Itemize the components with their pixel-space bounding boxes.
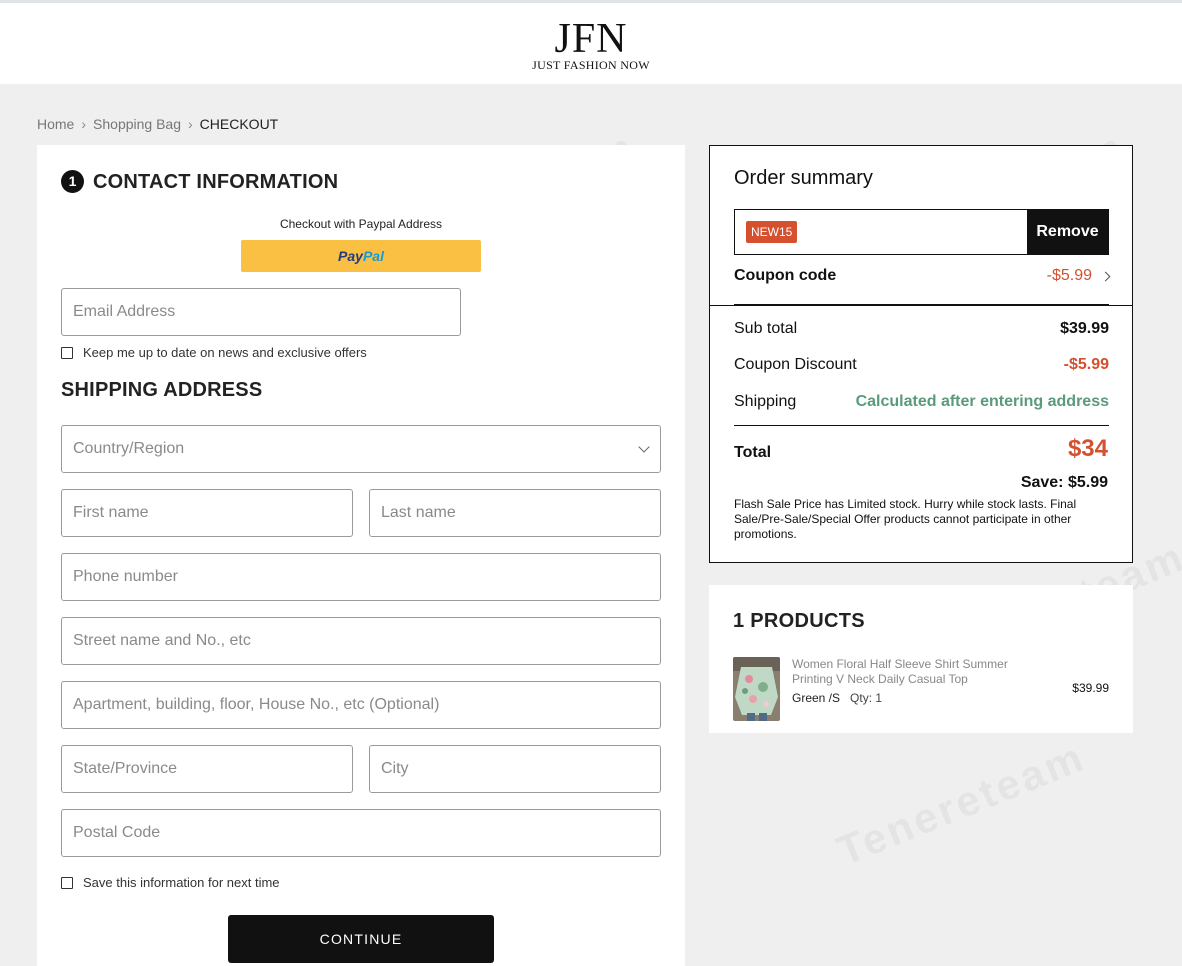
total-label: Total bbox=[734, 444, 772, 461]
country-select[interactable] bbox=[61, 425, 661, 473]
paypal-note: Checkout with Paypal Address bbox=[279, 217, 443, 231]
coupon-code-value: -$5.99 bbox=[1046, 267, 1111, 285]
street-field[interactable] bbox=[61, 617, 661, 665]
product-image[interactable] bbox=[733, 657, 780, 721]
first-name-field[interactable] bbox=[61, 489, 353, 537]
coupon-box: NEW15 Remove bbox=[734, 209, 1109, 255]
watermark: Tenereteam bbox=[831, 733, 1093, 876]
logo-sub: JUST FASHION NOW bbox=[532, 58, 650, 72]
state-field[interactable] bbox=[61, 745, 353, 793]
subtotal-label: Sub total bbox=[734, 320, 798, 337]
remove-coupon-button[interactable]: Remove bbox=[1027, 210, 1108, 254]
contact-information-title: CONTACT INFORMATION bbox=[93, 171, 339, 193]
subtotal-row: Sub total $39.99 bbox=[734, 320, 1109, 338]
save-info-label: Save this information for next time bbox=[83, 875, 280, 890]
apartment-input[interactable] bbox=[62, 682, 660, 728]
coupon-code-row[interactable]: Coupon code -$5.99 bbox=[734, 267, 1111, 285]
phone-field[interactable] bbox=[61, 553, 661, 601]
chevron-right-icon: › bbox=[188, 116, 193, 132]
coupon-tag: NEW15 bbox=[746, 221, 798, 243]
newsletter-option[interactable]: Keep me up to date on news and exclusive… bbox=[61, 345, 367, 360]
checkout-form-panel: 1 CONTACT INFORMATION Checkout with Payp… bbox=[37, 145, 685, 966]
email-field[interactable] bbox=[61, 288, 461, 336]
coupon-discount-row: Coupon Discount -$5.99 bbox=[734, 356, 1109, 374]
save-info-checkbox[interactable] bbox=[61, 876, 73, 889]
product-name[interactable]: Women Floral Half Sleeve Shirt Summer Pr… bbox=[792, 657, 1032, 687]
total-value: $34 bbox=[1067, 435, 1108, 462]
country-input[interactable] bbox=[62, 426, 660, 472]
apartment-field[interactable] bbox=[61, 681, 661, 729]
product-variant: Green /S bbox=[792, 691, 841, 705]
city-input[interactable] bbox=[370, 746, 660, 792]
coupon-discount-value: -$5.99 bbox=[1063, 356, 1109, 373]
save-info-option[interactable]: Save this information for next time bbox=[61, 875, 280, 890]
city-field[interactable] bbox=[369, 745, 661, 793]
street-input[interactable] bbox=[62, 618, 660, 664]
shipping-row: Shipping Calculated after entering addre… bbox=[734, 393, 1109, 411]
postal-code-input[interactable] bbox=[62, 810, 660, 856]
order-summary-panel: Order summary NEW15 Remove Coupon code -… bbox=[709, 145, 1133, 563]
coupon-discount-label: Coupon Discount bbox=[734, 356, 857, 373]
last-name-input[interactable] bbox=[370, 490, 660, 536]
divider bbox=[734, 425, 1109, 426]
logo-main: JFN bbox=[554, 16, 628, 62]
site-logo[interactable]: JFN JUST FASHION NOW bbox=[0, 16, 1182, 72]
breadcrumb: Home › Shopping Bag › CHECKOUT bbox=[37, 116, 278, 132]
divider bbox=[710, 305, 1132, 306]
shipping-label: Shipping bbox=[734, 393, 797, 410]
coupon-amount: -$5.99 bbox=[1046, 267, 1092, 284]
product-price: $39.99 bbox=[1072, 681, 1109, 695]
chevron-right-icon: › bbox=[81, 116, 87, 132]
site-header: JFN JUST FASHION NOW bbox=[0, 0, 1182, 84]
paypal-button[interactable]: PayPal bbox=[241, 240, 481, 272]
newsletter-checkbox[interactable] bbox=[61, 346, 73, 359]
continue-button[interactable]: CONTINUE bbox=[228, 915, 494, 963]
products-title: 1 PRODUCTS bbox=[733, 610, 865, 632]
step-number-badge: 1 bbox=[61, 170, 84, 193]
paypal-logo-pal: Pal bbox=[362, 248, 384, 264]
breadcrumb-home[interactable]: Home bbox=[37, 116, 74, 132]
shipping-address-title: SHIPPING ADDRESS bbox=[61, 379, 263, 401]
shipping-value: Calculated after entering address bbox=[855, 393, 1109, 410]
save-amount: Save: $5.99 bbox=[1020, 474, 1108, 491]
products-panel: 1 PRODUCTS Women Floral Half Sleeve Shir… bbox=[709, 585, 1133, 733]
last-name-field[interactable] bbox=[369, 489, 661, 537]
phone-input[interactable] bbox=[62, 554, 660, 600]
chevron-right-icon bbox=[1100, 271, 1111, 281]
newsletter-label: Keep me up to date on news and exclusive… bbox=[83, 345, 367, 360]
postal-code-field[interactable] bbox=[61, 809, 661, 857]
email-input[interactable] bbox=[62, 289, 460, 335]
breadcrumb-checkout: CHECKOUT bbox=[199, 116, 279, 132]
order-summary-title: Order summary bbox=[734, 167, 873, 189]
breadcrumb-shopping-bag[interactable]: Shopping Bag bbox=[93, 116, 181, 132]
product-meta: Green /S Qty: 1 bbox=[792, 691, 882, 705]
state-input[interactable] bbox=[62, 746, 352, 792]
coupon-code-label: Coupon code bbox=[734, 267, 837, 284]
coupon-input[interactable]: NEW15 bbox=[735, 210, 1027, 254]
subtotal-value: $39.99 bbox=[1060, 320, 1109, 337]
product-qty: Qty: 1 bbox=[850, 691, 883, 705]
flash-sale-note: Flash Sale Price has Limited stock. Hurr… bbox=[734, 497, 1077, 541]
paypal-logo-pay: Pay bbox=[338, 248, 363, 264]
first-name-input[interactable] bbox=[62, 490, 352, 536]
